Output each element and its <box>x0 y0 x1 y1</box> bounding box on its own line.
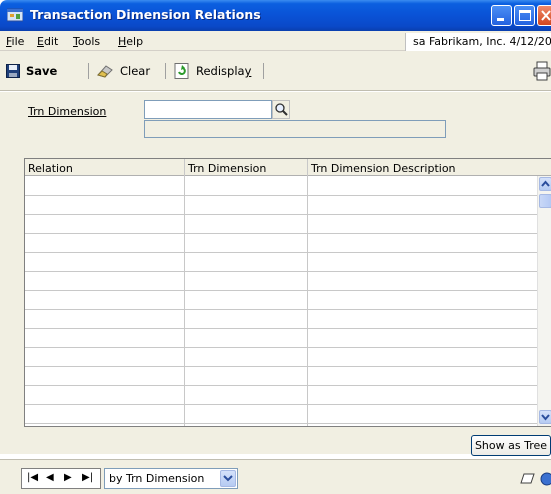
note-icon[interactable] <box>520 472 536 486</box>
dropdown-arrow-icon <box>223 475 233 482</box>
save-icon <box>6 64 20 78</box>
table-row[interactable] <box>25 309 537 310</box>
printer-icon[interactable] <box>533 61 551 81</box>
trn-dimension-description <box>144 120 446 138</box>
clear-button[interactable]: Clear <box>96 61 150 81</box>
save-label: Save <box>26 64 58 78</box>
scroll-thumb[interactable] <box>539 194 551 208</box>
toolbar-separator <box>165 63 166 79</box>
column-divider <box>307 159 308 426</box>
redisplay-button[interactable]: Redisplay <box>174 61 251 81</box>
menu-help[interactable]: Help <box>118 35 143 48</box>
first-record-icon[interactable]: |◀ <box>27 472 38 483</box>
close-icon <box>541 10 551 21</box>
minimize-button[interactable] <box>491 5 512 26</box>
table-row[interactable] <box>25 404 537 405</box>
grid-scrollbar[interactable] <box>537 176 551 426</box>
toolbar: Save Clear Redisplay <box>0 51 551 91</box>
table-row[interactable] <box>25 347 537 348</box>
table-row[interactable] <box>25 214 537 215</box>
show-as-tree-button[interactable]: Show as Tree <box>471 435 551 456</box>
record-navigation: |◀ ◀ ▶ ▶| <box>21 468 101 489</box>
menu-bar: File Edit Tools Help sa Fabrikam, Inc. 4… <box>0 31 551 51</box>
table-row[interactable] <box>25 290 537 291</box>
table-row[interactable] <box>25 423 537 424</box>
trn-dimension-label: Trn Dimension <box>28 105 107 118</box>
form-area: Trn Dimension Relation Trn Dimension Trn… <box>0 92 551 456</box>
status-bar: |◀ ◀ ▶ ▶| by Trn Dimension <box>0 459 551 494</box>
column-header-trn-dimension[interactable]: Trn Dimension <box>188 162 266 175</box>
maximize-icon <box>519 10 531 21</box>
scroll-down-button[interactable] <box>539 410 551 424</box>
redisplay-label: Redisplay <box>196 64 252 78</box>
window-title: Transaction Dimension Relations <box>30 7 261 22</box>
table-row[interactable] <box>25 271 537 272</box>
clear-label: Clear <box>120 64 151 78</box>
menu-tools[interactable]: Tools <box>73 35 100 48</box>
user-company-date: sa Fabrikam, Inc. 4/12/200 <box>405 33 551 51</box>
app-icon <box>7 8 23 22</box>
save-button[interactable]: Save <box>6 61 57 81</box>
previous-record-icon[interactable]: ◀ <box>46 472 54 483</box>
toolbar-separator <box>88 63 89 79</box>
relations-grid[interactable]: Relation Trn Dimension Trn Dimension Des… <box>24 158 551 427</box>
lookup-icon <box>275 103 288 116</box>
next-record-icon[interactable]: ▶ <box>64 472 72 483</box>
minimize-icon <box>497 18 504 21</box>
grid-header: Relation Trn Dimension Trn Dimension Des… <box>25 159 551 176</box>
sort-by-select[interactable]: by Trn Dimension <box>104 468 238 489</box>
chevron-down-icon <box>541 414 550 421</box>
table-row[interactable] <box>25 366 537 367</box>
scroll-up-button[interactable] <box>539 177 551 191</box>
close-button[interactable] <box>537 5 551 26</box>
column-header-trn-dimension-description[interactable]: Trn Dimension Description <box>311 162 456 175</box>
lookup-button[interactable] <box>272 100 290 119</box>
dropdown-button[interactable] <box>220 470 236 487</box>
menu-edit[interactable]: Edit <box>37 35 58 48</box>
table-row[interactable] <box>25 195 537 196</box>
table-row[interactable] <box>25 233 537 234</box>
column-header-relation[interactable]: Relation <box>28 162 73 175</box>
maximize-button[interactable] <box>514 5 535 26</box>
title-bar[interactable]: Transaction Dimension Relations <box>0 0 551 31</box>
toolbar-separator <box>263 63 264 79</box>
redisplay-icon <box>174 63 189 79</box>
sort-by-value: by Trn Dimension <box>109 472 205 485</box>
table-row[interactable] <box>25 328 537 329</box>
column-divider <box>184 159 185 426</box>
trn-dimension-input[interactable] <box>144 100 272 119</box>
last-record-icon[interactable]: ▶| <box>82 472 93 483</box>
menu-file[interactable]: File <box>6 35 24 48</box>
table-row[interactable] <box>25 385 537 386</box>
eraser-icon <box>97 65 113 78</box>
table-row[interactable] <box>25 252 537 253</box>
help-icon[interactable] <box>539 472 551 486</box>
chevron-up-icon <box>541 180 550 187</box>
